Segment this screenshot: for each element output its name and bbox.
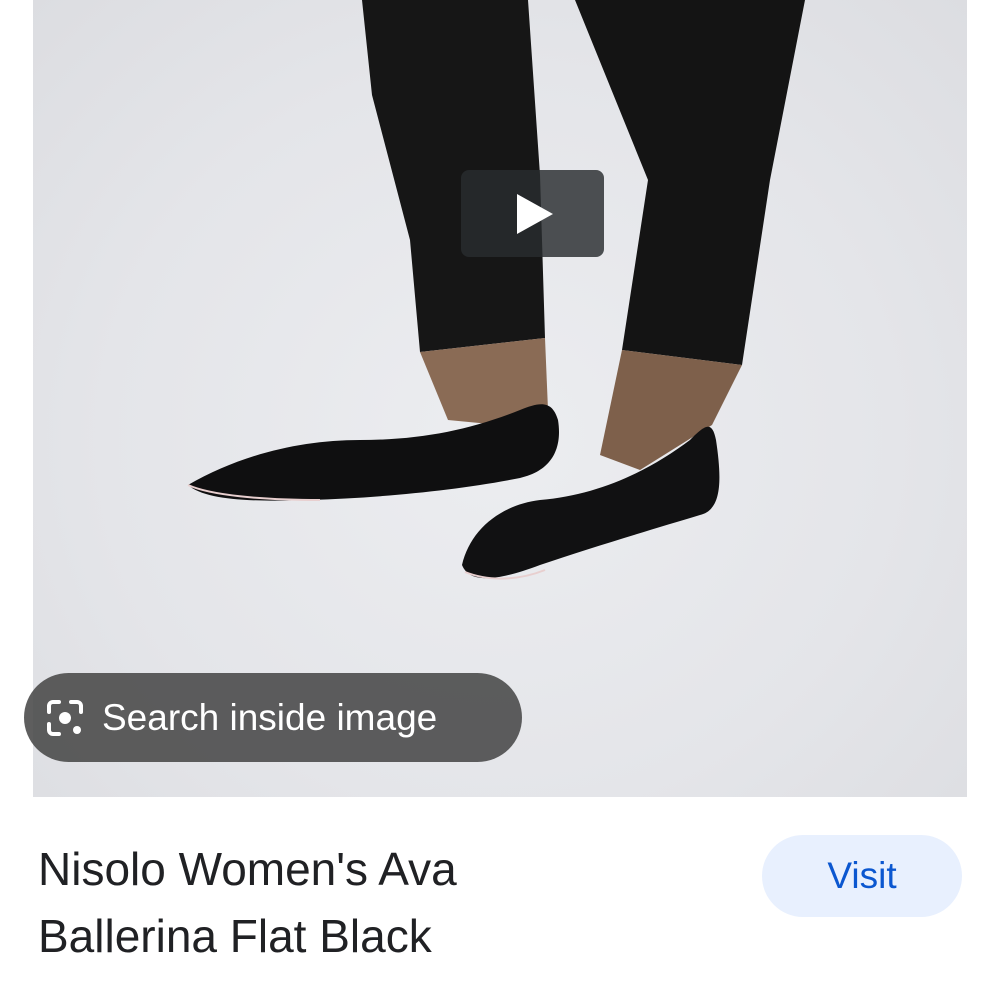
- lens-icon: [44, 697, 86, 739]
- play-button[interactable]: [461, 170, 604, 257]
- product-title-line-2: Ballerina Flat Black: [38, 910, 432, 962]
- search-inside-image-button[interactable]: Search inside image: [24, 673, 522, 762]
- visit-button[interactable]: Visit: [762, 835, 962, 917]
- play-icon: [516, 193, 553, 234]
- product-title-line-1: Nisolo Women's Ava: [38, 843, 457, 895]
- product-title[interactable]: Nisolo Women's Ava Ballerina Flat Black: [38, 836, 678, 970]
- search-inside-image-label: Search inside image: [102, 696, 438, 738]
